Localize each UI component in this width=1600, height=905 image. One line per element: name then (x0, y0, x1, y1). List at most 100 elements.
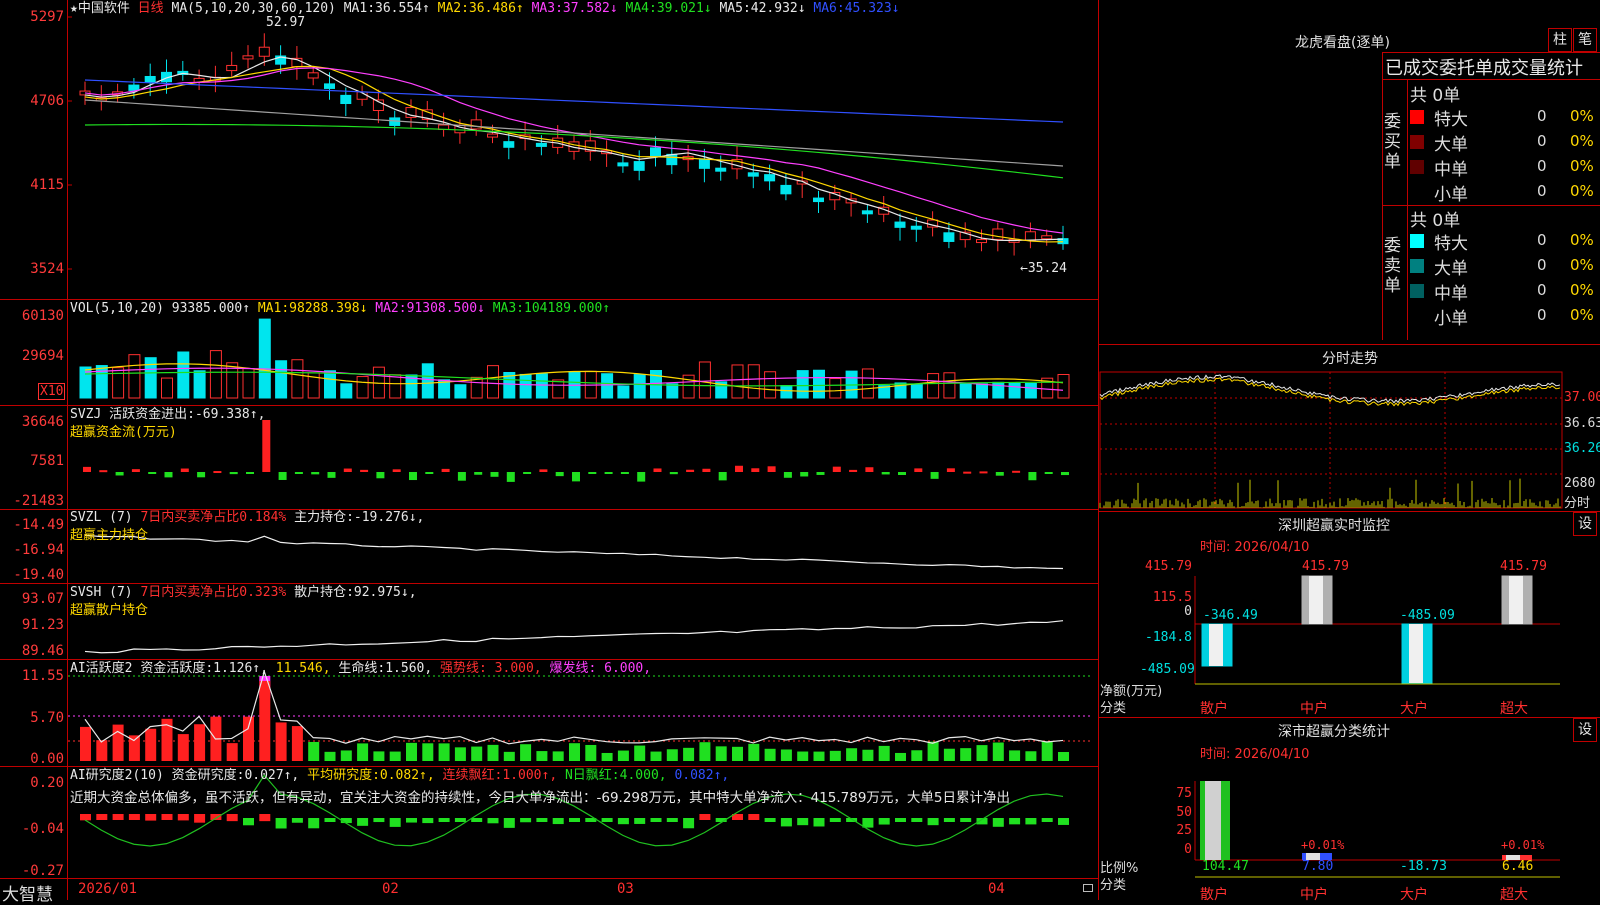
ai-activity-bar (389, 751, 401, 761)
sz-class-settings-button[interactable]: 设 (1573, 718, 1597, 742)
ai-activity-bar (797, 751, 809, 761)
svzj-bar (490, 472, 499, 477)
svzj-y-tick: -21483 (13, 493, 64, 509)
ai-research-v3: 1.000↑, (502, 768, 558, 783)
svzj-bar (262, 420, 271, 472)
volume-bar (731, 364, 744, 399)
sz-class-category: 散户 (1200, 887, 1228, 903)
sz-monitor-bar-highlight (1309, 576, 1323, 624)
svzj-bar (930, 472, 939, 479)
ma1-value: 36.554↑ (375, 1, 430, 16)
sz-class-bar-value: 7.80 (1302, 859, 1334, 874)
high-price-label: 52.97 (266, 15, 306, 30)
sell-row-pct: 0% (1570, 281, 1594, 299)
candle-body (976, 239, 987, 244)
period-label[interactable]: 日线 (138, 1, 164, 16)
volume-bar (519, 373, 532, 399)
ai-activity-bar (275, 722, 287, 761)
svzl-text1: 7日内买卖净占比0.184% (140, 510, 287, 525)
ma4-value: 39.021↓ (656, 1, 712, 16)
ai-activity-bar (308, 741, 320, 761)
ai-research-bar (683, 818, 695, 829)
x-axis-label: 04 (988, 881, 1005, 897)
buy-row-count: 0 (1537, 182, 1547, 200)
ai-activity-bar (520, 744, 532, 761)
ai-activity-y-tick: 0.00 (30, 751, 64, 767)
svsh-y-tick: 93.07 (21, 591, 64, 607)
sell-row-pct: 0% (1570, 231, 1594, 249)
sz-class-category: 超大 (1500, 887, 1528, 903)
svsh-line (84, 620, 1064, 654)
favorite-star-icon[interactable]: ★ (70, 1, 78, 16)
ai-activity-bar (911, 750, 923, 761)
lock-icon[interactable] (1083, 884, 1093, 892)
volume-bar (535, 373, 548, 399)
sz-class-category: 大户 (1400, 887, 1428, 903)
svzj-bar (783, 472, 792, 478)
svzj-header: SVZJ 活跃资金进出:-69.338↑, (70, 407, 265, 422)
ai-activity-bar (862, 749, 874, 761)
buy-swatch (1410, 135, 1424, 149)
sz-class-bar-highlight (1205, 781, 1221, 860)
vol-y-tick: 60130 (21, 308, 64, 324)
svzj-bar (881, 472, 890, 475)
ai-activity-bar (243, 716, 254, 761)
volume-bar (324, 370, 336, 399)
volume-bar (193, 370, 206, 399)
ai-research-bar (128, 814, 140, 820)
ai-activity-header: AI活跃度2 资金活跃度:1.126↑, 11.546, 生命线:1.560, … (70, 661, 651, 676)
ai-research-bar (1009, 818, 1021, 825)
volume-header: VOL(5,10,20) 93385.000↑ MA1:98288.398↓ M… (70, 301, 610, 316)
svsh-y-tick: 89.46 (21, 643, 64, 659)
svzj-bar (131, 469, 140, 472)
volume-bar (389, 374, 402, 399)
candle-body (503, 141, 515, 148)
vol-value: 93385.000↑ (171, 301, 251, 316)
ai-activity-y-tick: 5.70 (30, 710, 64, 726)
buy-total: 共 0单 (1410, 86, 1461, 106)
ai-activity-bar (324, 751, 336, 761)
ai-research-v1: 0.027↑, (244, 768, 300, 783)
candle-body (910, 225, 922, 230)
ai-research-bar (291, 818, 303, 823)
volume-bar (291, 359, 304, 399)
ai-research-bar (373, 818, 385, 823)
volume-bar (209, 350, 222, 399)
ai-activity-text: 资金活跃度: (140, 661, 214, 676)
svzj-bar (669, 472, 678, 475)
ma2-value: 36.486↑ (468, 1, 524, 16)
candle-body (780, 184, 792, 195)
intraday-title: 分时走势 (1322, 351, 1378, 367)
ai-research-bar (210, 814, 222, 820)
ai-activity-bar (960, 748, 972, 761)
volume-bar (487, 365, 499, 399)
svzj-bar (294, 472, 303, 474)
tick-mode-button[interactable]: 笔 (1573, 28, 1597, 52)
sz-monitor-settings-button[interactable]: 设 (1573, 512, 1597, 536)
ai-research-bar (357, 818, 369, 826)
sz-monitor-bar-value: 415.79 (1302, 559, 1349, 574)
ai-research-bar (438, 818, 450, 822)
ai-research-v5: 0.082↑, (674, 768, 730, 783)
ai-activity-bar (112, 724, 124, 761)
volume-bar (470, 376, 483, 399)
ai-activity-bar (976, 745, 988, 761)
volume-bar (747, 364, 760, 399)
stock-chart-canvas[interactable] (0, 0, 1600, 900)
ai-research-bar (617, 818, 629, 825)
ai-research-bar (911, 818, 923, 822)
ai-research-bar (780, 818, 792, 827)
sz-monitor-y-tick: 415.79 (1145, 559, 1192, 574)
buy-swatch (1410, 185, 1424, 199)
x-axis-label: 03 (617, 881, 634, 897)
svzj-bar (555, 472, 564, 477)
bar-mode-button[interactable]: 柱 (1548, 28, 1572, 52)
sz-monitor-bar-highlight (1409, 624, 1423, 683)
buy-swatch (1410, 160, 1424, 174)
sell-row-pct: 0% (1570, 256, 1594, 274)
sz-class-time: 时间: 2026/04/10 (1200, 747, 1310, 762)
intraday-price-tick: 36.63 (1564, 416, 1600, 431)
stock-name: 中国软件 (77, 1, 130, 16)
volume-bar (682, 374, 695, 399)
ma5-value: 42.932↓ (750, 1, 806, 16)
